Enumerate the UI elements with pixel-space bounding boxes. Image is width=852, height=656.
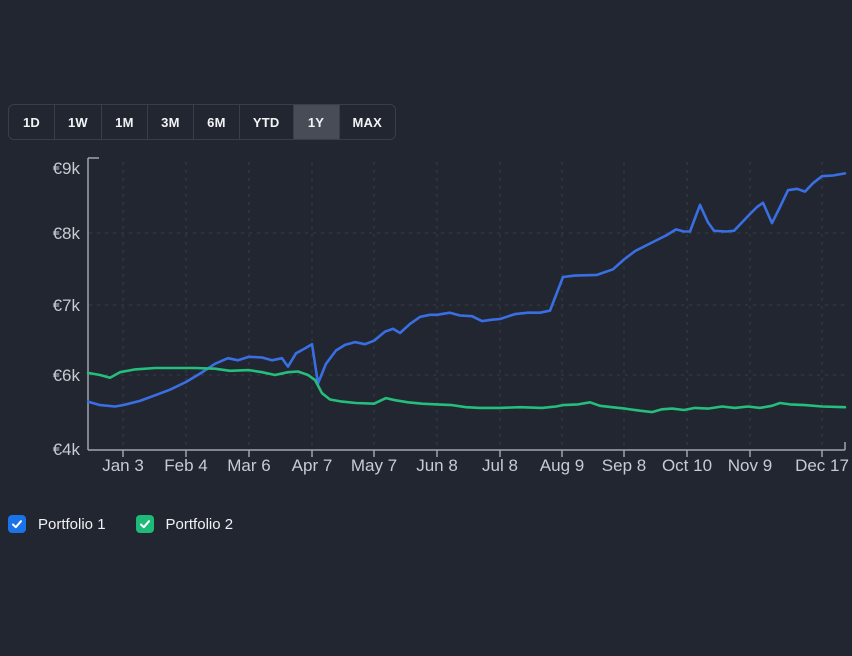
chart-axes [88,158,845,457]
checkbox-portfolio-1[interactable] [8,515,26,533]
svg-text:Nov 9: Nov 9 [728,456,772,475]
svg-text:€7k: €7k [53,296,81,315]
chart-legend: Portfolio 1 Portfolio 2 [8,515,233,533]
y-axis-labels: €9k €8k €7k €6k €4k [53,159,81,459]
svg-text:€9k: €9k [53,159,81,178]
check-icon [139,518,151,530]
svg-text:Oct 10: Oct 10 [662,456,712,475]
svg-text:Dec 17: Dec 17 [795,456,849,475]
svg-text:Aug 9: Aug 9 [540,456,584,475]
chart-series [88,173,845,412]
svg-text:Apr 7: Apr 7 [292,456,333,475]
checkbox-portfolio-2[interactable] [136,515,154,533]
svg-text:Jan 3: Jan 3 [102,456,144,475]
legend-label-portfolio-1: Portfolio 1 [38,516,106,533]
svg-text:€4k: €4k [53,440,81,459]
svg-text:Feb 4: Feb 4 [164,456,207,475]
legend-item-portfolio-2[interactable]: Portfolio 2 [136,515,234,533]
svg-text:€8k: €8k [53,224,81,243]
svg-text:May 7: May 7 [351,456,397,475]
check-icon [11,518,23,530]
svg-text:Sep 8: Sep 8 [602,456,646,475]
svg-text:Mar 6: Mar 6 [227,456,270,475]
svg-text:Jun 8: Jun 8 [416,456,458,475]
legend-item-portfolio-1[interactable]: Portfolio 1 [8,515,106,533]
x-axis-labels: Jan 3 Feb 4 Mar 6 Apr 7 May 7 Jun 8 Jul 8 Aug 9… [102,456,849,475]
portfolio-line-chart[interactable]: €9k €8k €7k €6k €4k Jan 3 Feb 4 Mar 6 Apr 7 May … [0,0,852,500]
svg-text:€6k: €6k [53,366,81,385]
svg-text:Jul 8: Jul 8 [482,456,518,475]
legend-label-portfolio-2: Portfolio 2 [166,516,234,533]
